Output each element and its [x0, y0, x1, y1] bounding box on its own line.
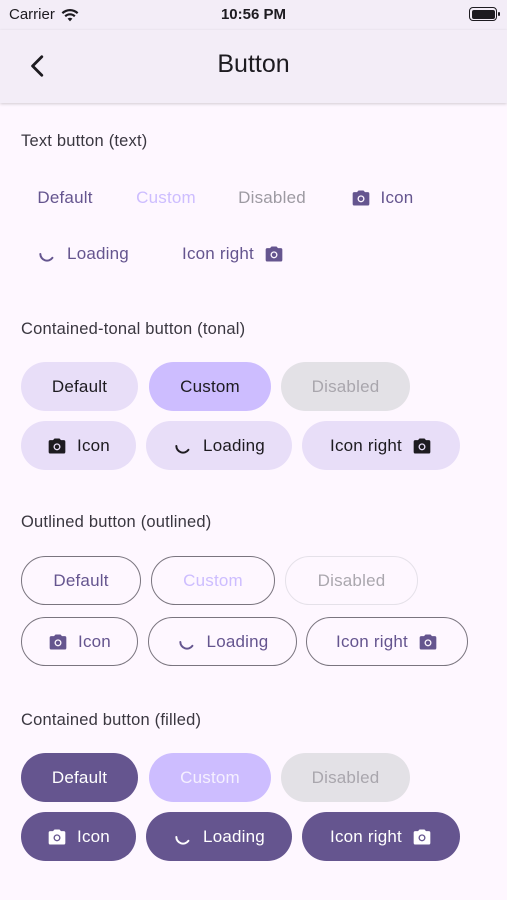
filled-button-icon-right[interactable]: Icon right [302, 812, 460, 861]
button-label: Disabled [317, 570, 386, 590]
text-button-default[interactable]: Default [24, 173, 106, 222]
tonal-button-loading[interactable]: Loading [146, 421, 292, 470]
outlined-button-default[interactable]: Default [21, 556, 141, 605]
text-button-icon-right[interactable]: Icon right [168, 229, 298, 278]
loading-spinner-icon [37, 244, 57, 264]
button-label: Custom [180, 767, 240, 787]
filled-button-default[interactable]: Default [21, 753, 138, 802]
button-label: Loading [203, 435, 265, 455]
loading-spinner-icon [173, 436, 193, 456]
outlined-button-icon-right[interactable]: Icon right [306, 617, 468, 666]
loading-spinner-icon [173, 827, 193, 847]
button-label: Icon right [330, 826, 402, 846]
button-label: Disabled [311, 767, 380, 787]
outlined-button-custom[interactable]: Custom [151, 556, 275, 605]
button-label: Default [37, 187, 93, 207]
button-label: Disabled [311, 376, 380, 396]
button-label: Icon [380, 187, 414, 207]
section-title-tonal: Contained-tonal button (tonal) [21, 320, 246, 338]
button-label: Default [51, 376, 108, 396]
button-label: Icon [77, 435, 110, 455]
tonal-button-default[interactable]: Default [21, 362, 138, 411]
button-label: Default [53, 570, 109, 590]
filled-button-loading[interactable]: Loading [146, 812, 292, 861]
status-time: 10:56 PM [220, 6, 287, 23]
button-label: Custom [183, 570, 243, 590]
camera-icon [47, 436, 67, 456]
button-label: Icon [77, 826, 110, 846]
text-button-disabled[interactable]: Disabled [224, 173, 320, 222]
button-label: Icon right [336, 631, 408, 651]
button-label: Custom [136, 187, 196, 207]
status-bar: Carrier 10:56 PM [0, 0, 507, 30]
outlined-button-loading[interactable]: Loading [148, 617, 297, 666]
camera-icon [351, 188, 371, 208]
tonal-button-disabled[interactable]: Disabled [281, 362, 410, 411]
button-label: Loading [206, 631, 269, 651]
button-label: Disabled [238, 187, 306, 207]
tonal-button-custom[interactable]: Custom [149, 362, 271, 411]
outlined-button-icon[interactable]: Icon [21, 617, 138, 666]
camera-icon [47, 827, 67, 847]
filled-button-custom[interactable]: Custom [149, 753, 271, 802]
camera-icon [412, 436, 432, 456]
button-label: Icon right [182, 243, 254, 263]
section-title-outlined: Outlined button (outlined) [21, 513, 212, 531]
button-label: Default [51, 767, 108, 787]
text-button-loading[interactable]: Loading [24, 229, 142, 278]
button-label: Loading [67, 243, 129, 263]
page-title: Button [217, 50, 290, 78]
section-title-filled: Contained button (filled) [21, 711, 202, 729]
camera-icon [418, 632, 438, 652]
tonal-button-icon[interactable]: Icon [21, 421, 136, 470]
button-label: Custom [180, 376, 240, 396]
filled-button-disabled[interactable]: Disabled [281, 753, 410, 802]
outlined-button-disabled[interactable]: Disabled [285, 556, 418, 605]
text-button-icon[interactable]: Icon [340, 173, 424, 222]
tonal-button-icon-right[interactable]: Icon right [302, 421, 460, 470]
section-title-text: Text button (text) [21, 132, 148, 150]
button-label: Loading [203, 826, 265, 846]
battery-icon [469, 7, 500, 21]
app-bar: Button [0, 30, 507, 103]
button-label: Icon right [330, 435, 402, 455]
loading-spinner-icon [177, 632, 197, 652]
camera-icon [412, 827, 432, 847]
text-button-custom[interactable]: Custom [122, 173, 210, 222]
camera-icon [48, 632, 68, 652]
filled-button-icon[interactable]: Icon [21, 812, 136, 861]
button-label: Icon [78, 631, 111, 651]
camera-icon [264, 244, 284, 264]
